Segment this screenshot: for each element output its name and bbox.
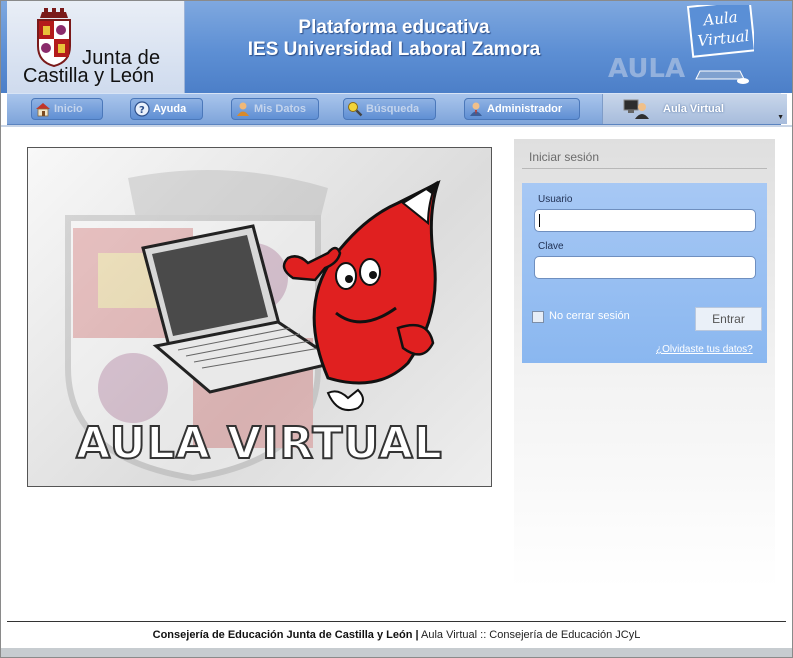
footer-link[interactable]: Aula Virtual :: Consejería de Educación … <box>421 629 640 641</box>
search-icon <box>348 102 363 117</box>
svg-text:?: ? <box>139 105 145 116</box>
dropdown-caret-icon[interactable]: ▼ <box>777 114 784 121</box>
aula-virtual-badge-icon: AULA Aula Virtual <box>608 5 754 84</box>
remember-checkbox[interactable] <box>532 311 544 323</box>
username-input[interactable] <box>534 209 756 232</box>
nav-busqueda-label: Búsqueda <box>366 103 420 115</box>
logo-text-line2: Castilla y León <box>23 65 155 87</box>
junta-logo[interactable]: Junta de Castilla y León <box>7 1 185 93</box>
user-icon <box>237 102 249 116</box>
login-title-divider <box>522 168 767 169</box>
badge-line1: Aula <box>701 8 739 30</box>
password-label: Clave <box>538 241 564 252</box>
nav-misdatos-button[interactable]: Mis Datos <box>231 98 319 120</box>
nav-misdatos-label: Mis Datos <box>254 103 306 115</box>
remember-label[interactable]: No cerrar sesión <box>549 310 630 322</box>
banner-title: AULA VIRTUAL <box>75 417 443 470</box>
page-frame: Junta de Castilla y León Plataforma educ… <box>0 0 793 658</box>
help-icon: ? <box>134 101 150 117</box>
nav-aula-virtual-label: Aula Virtual <box>663 103 724 115</box>
admin-icon <box>470 102 482 116</box>
header-title-line1: Plataforma educativa <box>298 17 490 38</box>
forgot-credentials-link[interactable]: ¿Olvidaste tus datos? <box>656 344 753 355</box>
header-title: Plataforma educativa IES Universidad Lab… <box>184 17 604 61</box>
nav-inicio-button[interactable]: Inicio <box>31 98 103 120</box>
header-title-line2: IES Universidad Laboral Zamora <box>247 39 541 60</box>
home-icon <box>36 103 50 117</box>
nav-inicio-label: Inicio <box>54 103 83 115</box>
computer-user-icon <box>623 99 649 119</box>
nav-aula-virtual-tab[interactable]: Aula Virtual ▼ <box>602 94 787 124</box>
login-title: Iniciar sesión <box>529 150 600 164</box>
footer: Consejería de Educación Junta de Castill… <box>7 621 786 648</box>
coat-of-arms-icon <box>37 8 71 68</box>
nav-divider <box>1 125 792 127</box>
bottom-bar <box>1 648 792 657</box>
nav-administrador-label: Administrador <box>487 103 563 115</box>
nav-administrador-button[interactable]: Administrador <box>464 98 580 120</box>
badge-aula-text: AULA <box>608 54 685 84</box>
username-label: Usuario <box>538 194 573 205</box>
header: Junta de Castilla y León Plataforma educ… <box>1 1 792 93</box>
nav-busqueda-button[interactable]: Búsqueda <box>343 98 436 120</box>
nav-ayuda-button[interactable]: ? Ayuda <box>130 98 203 120</box>
text-cursor <box>539 214 540 227</box>
footer-organization: Consejería de Educación Junta de Castill… <box>152 629 419 641</box>
login-form: Usuario Clave No cerrar sesión Entrar ¿O… <box>522 183 767 363</box>
nav-ayuda-label: Ayuda <box>153 103 187 115</box>
login-submit-button[interactable]: Entrar <box>695 307 762 331</box>
login-panel: Iniciar sesión Usuario Clave No cerrar s… <box>514 139 775 589</box>
aula-virtual-banner: AULA VIRTUAL <box>27 147 492 487</box>
password-input[interactable] <box>534 256 756 279</box>
main-nav: Inicio ? Ayuda Mis Datos Búsqueda Admini… <box>7 93 787 125</box>
